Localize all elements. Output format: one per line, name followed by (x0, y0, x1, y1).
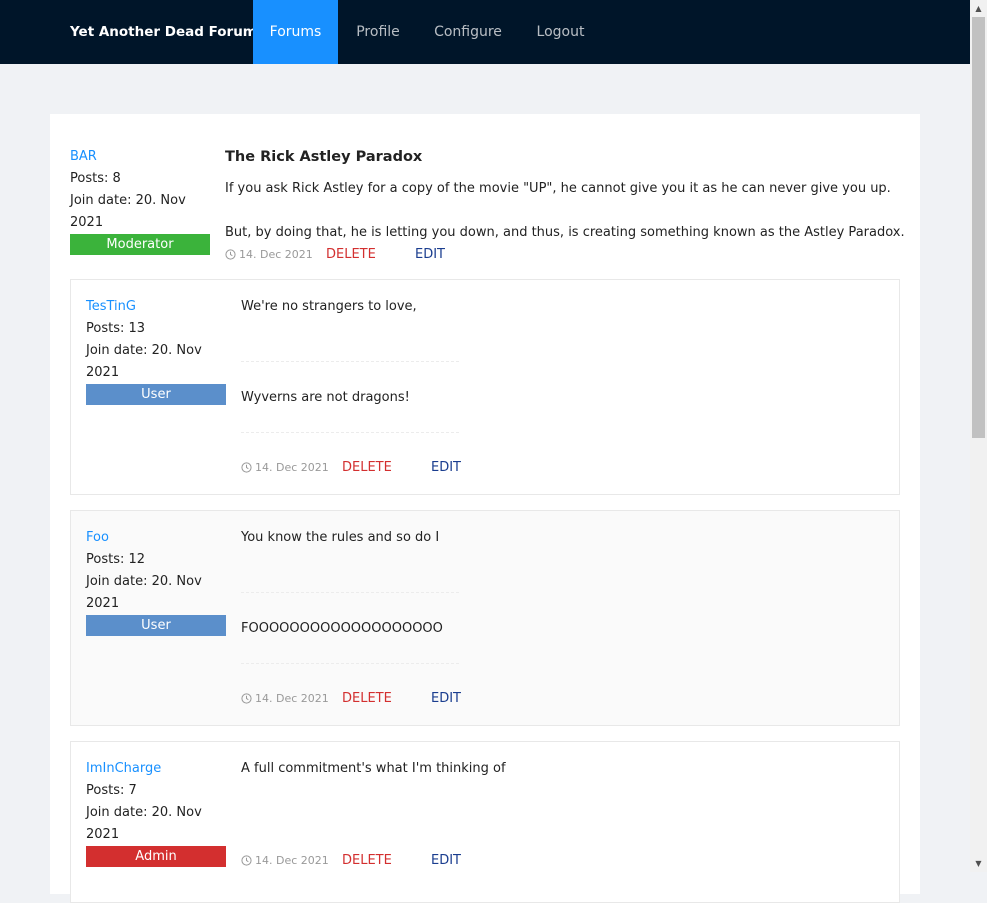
reply-author-join-year: 2021 (86, 827, 120, 842)
reply-author-join-date: Join date: 20. Nov (86, 574, 202, 589)
reply-edit-button[interactable]: EDIT (431, 853, 461, 868)
signature-divider (241, 592, 459, 593)
reply-author-info: Foo Posts: 12 Join date: 20. Nov 2021 Us… (86, 527, 226, 636)
reply-delete-button[interactable]: DELETE (342, 460, 392, 475)
topic-edit-button[interactable]: EDIT (415, 247, 445, 262)
reply-author-info: TesTinG Posts: 13 Join date: 20. Nov 202… (86, 296, 226, 405)
scroll-down-arrow-icon[interactable]: ▼ (970, 855, 987, 872)
thread-card: BAR Posts: 8 Join date: 20. Nov 2021 Mod… (50, 114, 920, 903)
role-badge: Moderator (70, 234, 210, 255)
reply-author-join-date: Join date: 20. Nov (86, 805, 202, 820)
nav-configure[interactable]: Configure (418, 0, 518, 64)
role-badge: Admin (86, 846, 226, 867)
topic-author-join-date: Join date: 20. Nov (70, 193, 186, 208)
topic-paragraph-1: If you ask Rick Astley for a copy of the… (225, 181, 891, 196)
role-badge: User (86, 384, 226, 405)
reply-author-join-year: 2021 (86, 596, 120, 611)
reply-date: 14. Dec 2021 (241, 689, 329, 709)
reply-text: A full commitment's what I'm thinking of (241, 761, 506, 776)
nav-profile[interactable]: Profile (338, 0, 418, 64)
reply-author-join-year: 2021 (86, 365, 120, 380)
clock-icon (241, 693, 252, 704)
clock-icon (241, 462, 252, 473)
nav-forums[interactable]: Forums (253, 0, 338, 64)
reply-delete-button[interactable]: DELETE (342, 853, 392, 868)
signature-divider (241, 361, 459, 362)
topic-author-posts: Posts: 8 (70, 171, 121, 186)
reply-date-text: 14. Dec 2021 (255, 461, 329, 474)
reply-date-text: 14. Dec 2021 (255, 692, 329, 705)
reply-post: TesTinG Posts: 13 Join date: 20. Nov 202… (70, 279, 900, 495)
reply-delete-button[interactable]: DELETE (342, 691, 392, 706)
topic-author-name[interactable]: BAR (70, 146, 210, 168)
reply-date-text: 14. Dec 2021 (255, 854, 329, 867)
topic-title: The Rick Astley Paradox (225, 149, 423, 165)
reply-author-name[interactable]: ImInCharge (86, 758, 226, 780)
reply-author-posts: Posts: 7 (86, 783, 137, 798)
reply-author-name[interactable]: Foo (86, 527, 226, 549)
reply-signature: FOOOOOOOOOOOOOOOOOOO (241, 621, 443, 636)
signature-divider (241, 663, 459, 664)
reply-author-name[interactable]: TesTinG (86, 296, 226, 318)
reply-author-posts: Posts: 13 (86, 321, 146, 336)
reply-edit-button[interactable]: EDIT (431, 460, 461, 475)
clock-icon (241, 855, 252, 866)
topic-date-text: 14. Dec 2021 (239, 248, 313, 261)
reply-date: 14. Dec 2021 (241, 458, 329, 478)
scrollbar-thumb[interactable] (972, 17, 985, 438)
reply-signature: Wyverns are not dragons! (241, 390, 410, 405)
top-navbar: Yet Another Dead Forum Forums Profile Co… (0, 0, 970, 64)
topic-author-join-year: 2021 (70, 215, 104, 230)
reply-author-posts: Posts: 12 (86, 552, 146, 567)
reply-edit-button[interactable]: EDIT (431, 691, 461, 706)
role-badge: User (86, 615, 226, 636)
nav-logout[interactable]: Logout (518, 0, 603, 64)
reply-text: We're no strangers to love, (241, 299, 417, 314)
topic-delete-button[interactable]: DELETE (326, 247, 376, 262)
clock-icon (225, 249, 236, 260)
reply-text: You know the rules and so do I (241, 530, 440, 545)
topic-author-info: BAR Posts: 8 Join date: 20. Nov 2021 Mod… (70, 146, 210, 255)
site-brand[interactable]: Yet Another Dead Forum (70, 0, 257, 64)
signature-divider (241, 432, 459, 433)
topic-paragraph-2: But, by doing that, he is letting you do… (225, 225, 905, 240)
reply-author-join-date: Join date: 20. Nov (86, 343, 202, 358)
page-scrollbar[interactable]: ▲ ▼ (970, 0, 987, 872)
topic-date: 14. Dec 2021 (225, 245, 313, 265)
scroll-up-arrow-icon[interactable]: ▲ (970, 0, 987, 17)
reply-date: 14. Dec 2021 (241, 851, 329, 871)
reply-author-info: ImInCharge Posts: 7 Join date: 20. Nov 2… (86, 758, 226, 867)
reply-post: Foo Posts: 12 Join date: 20. Nov 2021 Us… (70, 510, 900, 726)
reply-post: ImInCharge Posts: 7 Join date: 20. Nov 2… (70, 741, 900, 903)
